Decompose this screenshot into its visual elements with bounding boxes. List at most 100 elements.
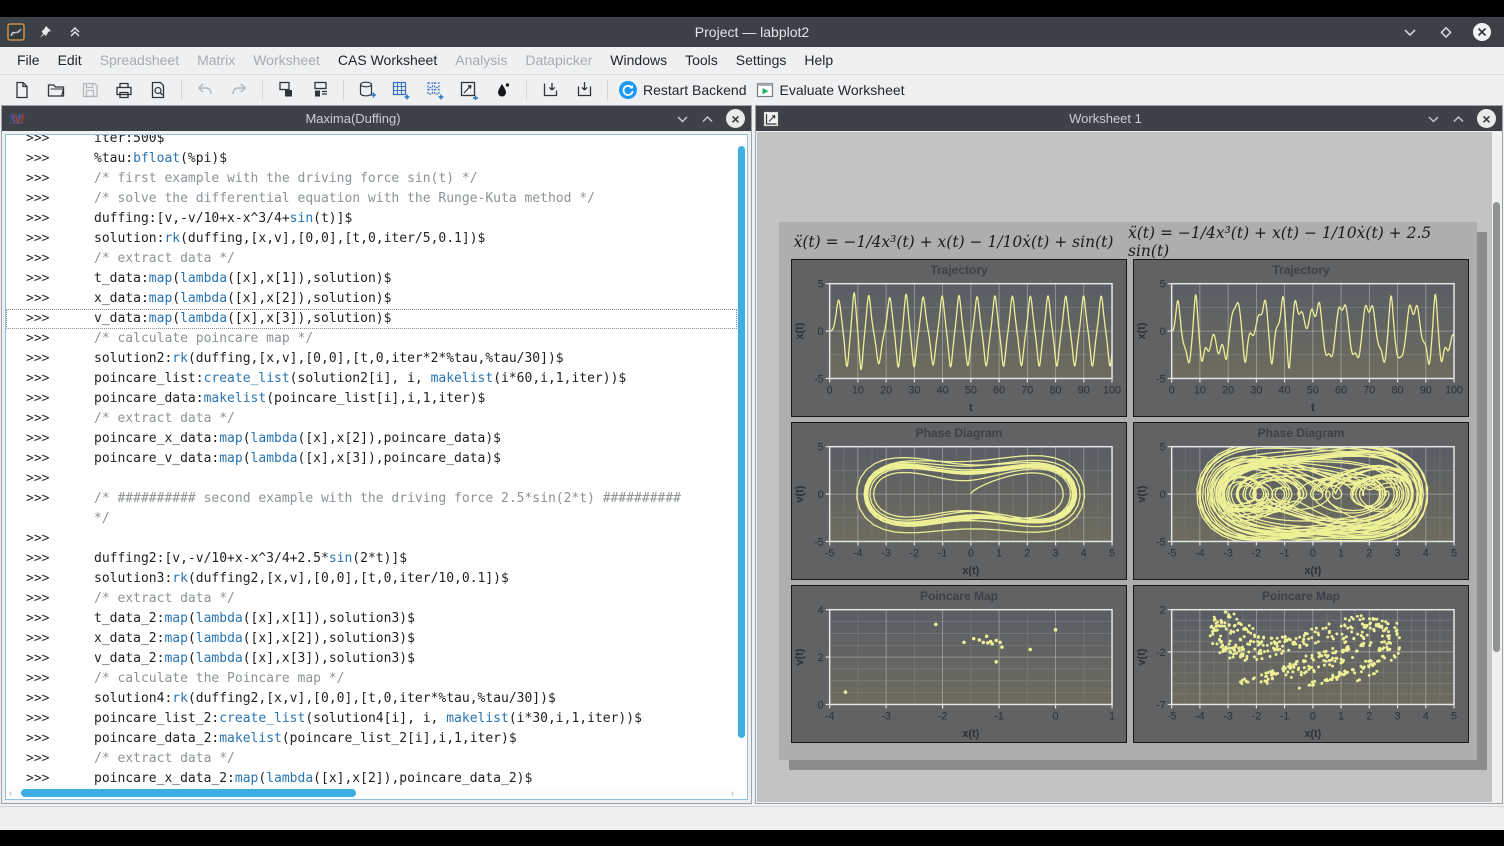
code-line[interactable]: >>>poincare_v_data:map(lambda([x],x[3]),… bbox=[6, 449, 737, 469]
new-document-button[interactable] bbox=[6, 77, 38, 103]
save-button[interactable] bbox=[74, 77, 106, 103]
restart-backend-button[interactable]: Restart Backend bbox=[615, 77, 750, 103]
code-line[interactable]: >>>iter:500$ bbox=[6, 134, 737, 149]
plot-canvas[interactable]: -5-4-3-2-1012345-505x(t)v(t) bbox=[1134, 423, 1468, 579]
code-line[interactable]: >>>poincare_data_2:makelist(poincare_lis… bbox=[6, 729, 737, 749]
equation-label-2[interactable]: ẍ(t) = −1/4x³(t) + x(t) − 1/10ẋ(t) + 2.5… bbox=[1128, 226, 1477, 258]
menu-cas-worksheet[interactable]: CAS Worksheet bbox=[329, 47, 446, 74]
plot-trajectory-2[interactable]: Trajectory 0102030405060708090100-505tx(… bbox=[1133, 259, 1469, 417]
export-button[interactable] bbox=[568, 77, 600, 103]
code-line[interactable]: >>>duffing2:[v,-v/10+x-x^3/4+2.5*sin(2*t… bbox=[6, 549, 737, 569]
plot-trajectory-1[interactable]: Trajectory 0102030405060708090100-505tx(… bbox=[791, 259, 1127, 417]
menu-tools[interactable]: Tools bbox=[676, 47, 727, 74]
new-matrix-button[interactable] bbox=[419, 77, 451, 103]
shade-double-chevron-icon[interactable] bbox=[65, 22, 85, 42]
new-notes-button[interactable] bbox=[304, 77, 336, 103]
code-line[interactable]: >>> bbox=[6, 529, 737, 549]
code-line[interactable]: >>>v_data:map(lambda([x],x[3]),solution)… bbox=[6, 309, 737, 329]
new-cas-worksheet-button[interactable] bbox=[351, 77, 383, 103]
plot-canvas[interactable]: -5-4-3-2-10123452-2-7x(t)v(t) bbox=[1134, 586, 1468, 742]
maximize-button[interactable] bbox=[1436, 22, 1456, 42]
code-line[interactable]: >>>solution4:rk(duffing2,[x,v],[0,0],[t,… bbox=[6, 689, 737, 709]
worksheet-subwindow-titlebar[interactable]: Worksheet 1 × bbox=[756, 106, 1502, 131]
plot-poincare-map-2[interactable]: Poincare Map -5-4-3-2-10123452-2-7x(t)v(… bbox=[1133, 585, 1469, 743]
code-line[interactable]: >>>solution3:rk(duffing2,[x,v],[0,0],[t,… bbox=[6, 569, 737, 589]
cas-close-button[interactable]: × bbox=[726, 109, 745, 128]
plot-phase-diagram-2[interactable]: Phase Diagram -5-4-3-2-1012345-505x(t)v(… bbox=[1133, 422, 1469, 580]
cas-minimize-button[interactable] bbox=[676, 115, 689, 123]
code-line[interactable]: >>>v_data_2:map(lambda([x],x[3]),solutio… bbox=[6, 649, 737, 669]
cas-maximize-button[interactable] bbox=[701, 115, 714, 123]
code-line[interactable]: >>>/* calculate poincare map */ bbox=[6, 329, 737, 349]
code-line[interactable]: >>>/* calculate the Poincare map */ bbox=[6, 669, 737, 689]
cas-horizontal-scrollbar-thumb[interactable] bbox=[21, 789, 356, 797]
scroll-right-arrow-icon[interactable]: › bbox=[731, 788, 734, 798]
close-button[interactable] bbox=[1472, 22, 1492, 42]
svg-text:0: 0 bbox=[1160, 326, 1166, 338]
svg-text:-1: -1 bbox=[994, 710, 1004, 722]
import-button[interactable] bbox=[534, 77, 566, 103]
print-button[interactable] bbox=[108, 77, 140, 103]
code-line[interactable]: >>>/* solve the differential equation wi… bbox=[6, 189, 737, 209]
scroll-left-arrow-icon[interactable]: ‹ bbox=[9, 788, 12, 798]
code-line[interactable]: >>> bbox=[6, 469, 737, 489]
cas-code-lines[interactable]: >>>iter:500$>>>%tau:bfloat(%pi)$>>>/* fi… bbox=[6, 134, 737, 787]
plot-canvas[interactable]: -5-4-3-2-1012345-505x(t)v(t) bbox=[792, 423, 1126, 579]
open-file-button[interactable] bbox=[40, 77, 72, 103]
plot-canvas[interactable]: 0102030405060708090100-505tx(t) bbox=[792, 260, 1126, 416]
code-line[interactable]: >>>/* extract data */ bbox=[6, 589, 737, 609]
code-line[interactable]: >>>solution2:rk(duffing,[x,v],[0,0],[t,0… bbox=[6, 349, 737, 369]
plot-poincare-map-1[interactable]: Poincare Map -4-3-2-101024x(t)v(t) bbox=[791, 585, 1127, 743]
code-line[interactable]: >>>poincare_x_data:map(lambda([x],x[2]),… bbox=[6, 429, 737, 449]
code-line[interactable]: >>>/* extract data */ bbox=[6, 249, 737, 269]
code-line[interactable]: >>>poincare_list_2:create_list(solution4… bbox=[6, 709, 737, 729]
evaluate-worksheet-button[interactable]: Evaluate Worksheet bbox=[752, 77, 908, 103]
pin-icon[interactable] bbox=[35, 22, 55, 42]
new-datapicker-button[interactable] bbox=[487, 77, 519, 103]
menu-settings[interactable]: Settings bbox=[727, 47, 796, 74]
code-line[interactable]: >>>duffing:[v,-v/10+x-x^3/4+sin(t)]$ bbox=[6, 209, 737, 229]
plot-phase-diagram-1[interactable]: Phase Diagram -5-4-3-2-1012345-505x(t)v(… bbox=[791, 422, 1127, 580]
code-line[interactable]: >>>/* extract data */ bbox=[6, 409, 737, 429]
cas-vertical-scrollbar-thumb[interactable] bbox=[738, 146, 745, 738]
code-line[interactable]: >>>/* ########## second example with the… bbox=[6, 489, 737, 509]
plot-canvas[interactable]: 0102030405060708090100-505tx(t) bbox=[1134, 260, 1468, 416]
code-line[interactable]: >>>poincare_data:makelist(poincare_list[… bbox=[6, 389, 737, 409]
minimize-button[interactable] bbox=[1400, 22, 1420, 42]
equation-label-1[interactable]: ẍ(t) = −1/4x³(t) + x(t) − 1/10ẋ(t) + sin… bbox=[779, 226, 1128, 258]
code-line[interactable]: >>>poincare_x_data_2:map(lambda([x],x[2]… bbox=[6, 769, 737, 787]
code-line[interactable]: >>>x_data:map(lambda([x],x[2]),solution)… bbox=[6, 289, 737, 309]
menu-file[interactable]: File bbox=[8, 47, 49, 74]
menu-help[interactable]: Help bbox=[795, 47, 842, 74]
code-line[interactable]: >>>solution:rk(duffing,[x,v],[0,0],[t,0,… bbox=[6, 229, 737, 249]
worksheet-view[interactable]: ẍ(t) = −1/4x³(t) + x(t) − 1/10ẋ(t) + sin… bbox=[757, 132, 1501, 802]
worksheet-vertical-scrollbar-thumb[interactable] bbox=[1493, 202, 1500, 652]
code-line[interactable]: >>>/* extract data */ bbox=[6, 749, 737, 769]
worksheet-minimize-button[interactable] bbox=[1427, 115, 1440, 123]
new-worksheet-button[interactable] bbox=[453, 77, 485, 103]
menu-windows[interactable]: Windows bbox=[601, 47, 676, 74]
print-preview-button[interactable] bbox=[142, 77, 174, 103]
code-line[interactable]: >>>%tau:bfloat(%pi)$ bbox=[6, 149, 737, 169]
code-line[interactable]: >>>t_data:map(lambda([x],x[1]),solution)… bbox=[6, 269, 737, 289]
new-spreadsheet-button[interactable] bbox=[385, 77, 417, 103]
code-line[interactable]: >>>x_data_2:map(lambda([x],x[2]),solutio… bbox=[6, 629, 737, 649]
code-line[interactable]: >>>t_data_2:map(lambda([x],x[1]),solutio… bbox=[6, 609, 737, 629]
worksheet-close-button[interactable]: × bbox=[1477, 109, 1496, 128]
plot-canvas[interactable]: -4-3-2-101024x(t)v(t) bbox=[792, 586, 1126, 742]
code-line[interactable]: >>>poincare_list:create_list(solution2[i… bbox=[6, 369, 737, 389]
cas-horizontal-scrollbar[interactable]: ‹ › bbox=[7, 788, 736, 798]
worksheet-vertical-scrollbar[interactable] bbox=[1492, 132, 1501, 802]
new-workbook-button[interactable] bbox=[270, 77, 302, 103]
code-line[interactable]: */ bbox=[6, 509, 737, 529]
svg-text:4: 4 bbox=[1423, 547, 1429, 559]
menu-edit[interactable]: Edit bbox=[49, 47, 91, 74]
svg-text:-4: -4 bbox=[825, 710, 835, 722]
worksheet-page[interactable]: ẍ(t) = −1/4x³(t) + x(t) − 1/10ẋ(t) + sin… bbox=[779, 222, 1477, 760]
worksheet-maximize-button[interactable] bbox=[1452, 115, 1465, 123]
toolbar-separator bbox=[262, 80, 263, 100]
cas-code-editor[interactable]: >>>iter:500$>>>%tau:bfloat(%pi)$>>>/* fi… bbox=[5, 134, 748, 800]
cas-vertical-scrollbar[interactable] bbox=[737, 136, 746, 787]
code-line[interactable]: >>>/* first example with the driving for… bbox=[6, 169, 737, 189]
cas-subwindow-titlebar[interactable]: MM Maxima(Duffing) × bbox=[2, 106, 751, 131]
